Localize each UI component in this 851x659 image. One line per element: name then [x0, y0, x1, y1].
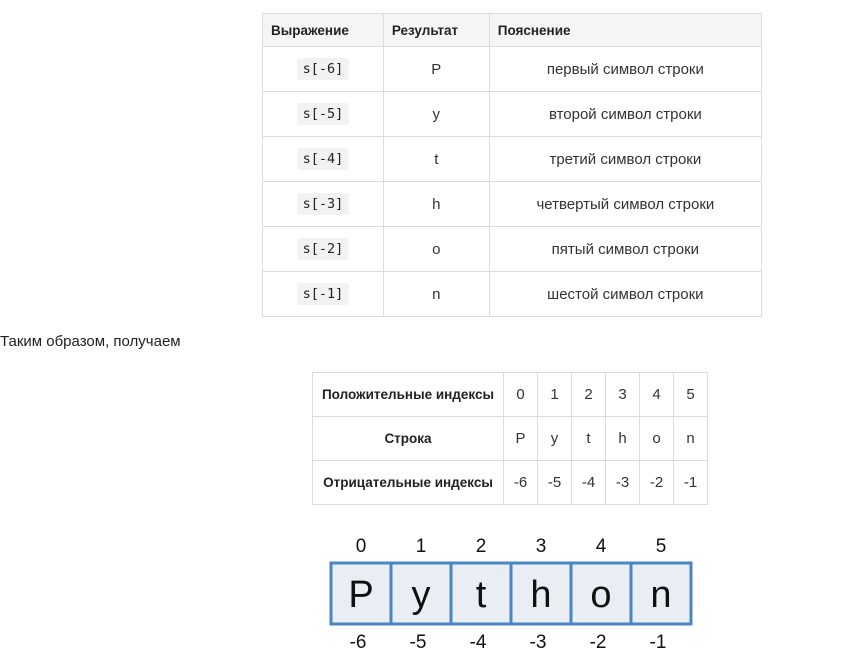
char-letter: n: [650, 574, 671, 616]
negative-index-label: -2: [590, 632, 607, 653]
negative-index-label: -1: [650, 632, 667, 653]
positive-index-label: 0: [356, 536, 367, 557]
negative-index-label: -5: [410, 632, 427, 653]
char-letter: o: [590, 574, 611, 616]
char-letter: P: [348, 574, 373, 616]
char-letter: y: [412, 574, 431, 616]
positive-index-label: 1: [416, 536, 427, 557]
negative-index-label: -4: [470, 632, 487, 653]
index-diagram: P 0 -6 y 1 -5 t 2 -4 h 3 -3 o 4 -2 n 5 -1: [329, 536, 693, 653]
positive-index-label: 3: [536, 536, 547, 557]
negative-index-label: -3: [530, 632, 547, 653]
positive-index-label: 5: [656, 536, 667, 557]
char-letter: h: [530, 574, 551, 616]
page: Выражение Результат Пояснение s[-6] P пе…: [0, 0, 851, 659]
positive-index-label: 2: [476, 536, 487, 557]
negative-index-label: -6: [350, 632, 367, 653]
positive-index-label: 4: [596, 536, 607, 557]
char-letter: t: [476, 574, 487, 616]
